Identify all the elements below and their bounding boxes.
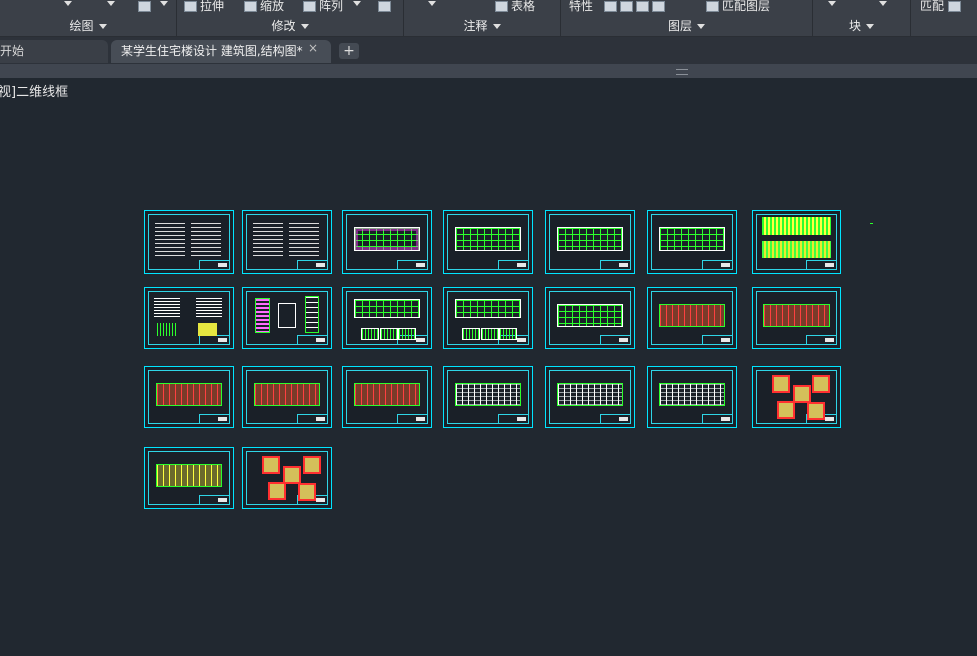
drawing-sheet[interactable] bbox=[242, 447, 332, 509]
canvas-mark bbox=[870, 223, 873, 224]
drawing-sheet[interactable] bbox=[342, 366, 432, 428]
drawing-sheet[interactable] bbox=[443, 210, 533, 274]
match-layer-icon bbox=[706, 1, 719, 12]
drawing-sheet[interactable] bbox=[443, 287, 533, 349]
drawing-sheet[interactable] bbox=[647, 366, 737, 428]
drawing-sheet[interactable] bbox=[342, 287, 432, 349]
grip-icon[interactable] bbox=[676, 69, 688, 75]
scale-icon bbox=[244, 1, 257, 12]
drawing-sheet[interactable] bbox=[647, 210, 737, 274]
tab-drawing[interactable]: 某学生住宅楼设计 建筑图,结构图* bbox=[111, 40, 331, 63]
new-tab-button[interactable]: + bbox=[339, 43, 359, 59]
drawing-sheet[interactable] bbox=[342, 210, 432, 274]
table-icon bbox=[495, 1, 508, 12]
drawing-sheet[interactable] bbox=[242, 210, 332, 274]
panel-draw[interactable]: 绘图 bbox=[0, 17, 176, 35]
drawing-sheet[interactable] bbox=[144, 287, 234, 349]
chevron-down-icon bbox=[697, 24, 705, 29]
drawing-sheet[interactable] bbox=[752, 287, 841, 349]
panel-block[interactable]: 块 bbox=[813, 17, 910, 35]
chevron-down-icon[interactable] bbox=[64, 1, 72, 6]
table-button[interactable]: 表格 bbox=[495, 0, 535, 13]
close-icon[interactable]: × bbox=[306, 41, 320, 55]
array-button[interactable]: 阵列 bbox=[303, 0, 343, 13]
drawing-sheet[interactable] bbox=[752, 210, 841, 274]
match-layer-button[interactable]: 匹配图层 bbox=[706, 0, 770, 13]
chevron-down-icon bbox=[98, 24, 107, 29]
array-icon bbox=[303, 1, 316, 12]
ribbon-separator bbox=[910, 0, 911, 36]
stretch-button[interactable]: 拉伸 bbox=[184, 0, 224, 13]
chevron-down-icon bbox=[492, 24, 501, 29]
drawing-sheet[interactable] bbox=[242, 366, 332, 428]
chevron-down-icon[interactable] bbox=[428, 1, 436, 6]
drawing-sheet[interactable] bbox=[242, 287, 332, 349]
scale-button[interactable]: 缩放 bbox=[244, 0, 284, 13]
chevron-down-icon bbox=[300, 24, 309, 29]
drawing-sheet[interactable] bbox=[545, 287, 635, 349]
drawing-canvas[interactable] bbox=[0, 0, 977, 656]
properties-button[interactable]: 特性 bbox=[569, 0, 593, 13]
drawing-sheet[interactable] bbox=[144, 447, 234, 509]
drawing-sheet[interactable] bbox=[144, 366, 234, 428]
chevron-down-icon bbox=[866, 24, 874, 29]
match-icon bbox=[948, 1, 962, 12]
drawing-sheet[interactable] bbox=[144, 210, 234, 274]
ribbon: 拉伸 缩放 阵列 表格 特性 匹配图层 匹配 绘图 修改 注释 图层 块 bbox=[0, 0, 977, 37]
drawing-sheet[interactable] bbox=[443, 366, 533, 428]
drawing-sheet[interactable] bbox=[545, 366, 635, 428]
panel-annotate[interactable]: 注释 bbox=[404, 17, 560, 35]
viewport-controls-label[interactable]: 视]二维线框 bbox=[0, 81, 68, 100]
panel-modify[interactable]: 修改 bbox=[177, 17, 403, 35]
layer-tools-icon[interactable] bbox=[604, 0, 668, 13]
chevron-down-icon[interactable] bbox=[353, 1, 361, 6]
match-button[interactable]: 匹配 bbox=[920, 0, 964, 13]
drawing-sheet[interactable] bbox=[647, 287, 737, 349]
tab-start[interactable]: 开始 bbox=[0, 40, 108, 63]
chevron-down-icon[interactable] bbox=[879, 1, 887, 6]
chevron-down-icon[interactable] bbox=[828, 1, 836, 6]
ribbon-collapse-strip[interactable] bbox=[0, 64, 977, 78]
panel-layers[interactable]: 图层 bbox=[561, 17, 812, 35]
drawing-sheet[interactable] bbox=[752, 366, 841, 428]
stretch-icon bbox=[184, 1, 197, 12]
chevron-down-icon[interactable] bbox=[160, 1, 168, 6]
file-tab-bar: 开始 某学生住宅楼设计 建筑图,结构图* × + bbox=[0, 37, 977, 64]
drawing-sheet[interactable] bbox=[545, 210, 635, 274]
offset-icon[interactable] bbox=[378, 0, 394, 13]
chevron-down-icon[interactable] bbox=[107, 1, 115, 6]
insert-icon[interactable] bbox=[138, 0, 154, 13]
